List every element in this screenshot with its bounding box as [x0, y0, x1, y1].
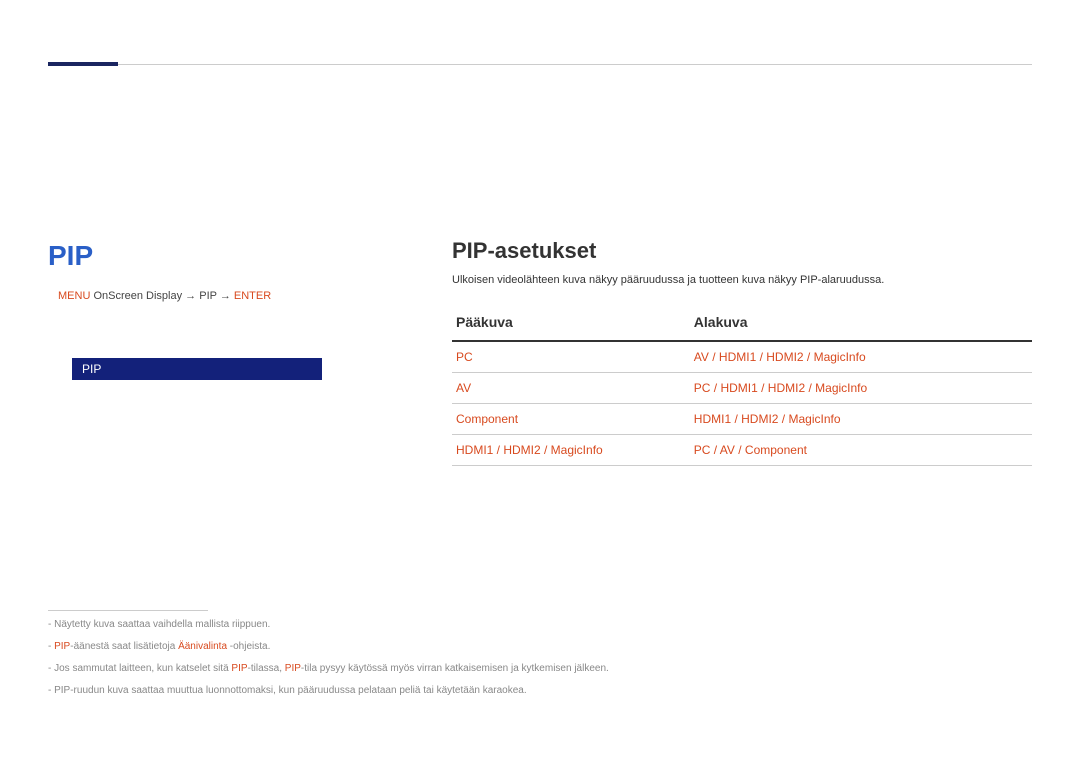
table-row: HDMI1 / HDMI2 / MagicInfo PC / AV / Comp…	[452, 435, 1032, 466]
table-row: PC AV / HDMI1 / HDMI2 / MagicInfo	[452, 341, 1032, 373]
table-row: AV PC / HDMI1 / HDMI2 / MagicInfo	[452, 373, 1032, 404]
header-rule	[48, 64, 1032, 65]
breadcrumb-arrow: →	[220, 290, 234, 302]
cell-a: AV / HDMI1 / HDMI2 / MagicInfo	[694, 350, 866, 364]
breadcrumb-arrow: →	[185, 290, 199, 302]
cell-a: HDMI1 / HDMI2 / MagicInfo	[694, 412, 841, 426]
footnote-4: - PIP-ruudun kuva saattaa muuttua luonno…	[48, 683, 1032, 699]
pip-table: Pääkuva Alakuva PC AV / HDMI1 / HDMI2 / …	[452, 306, 1032, 466]
cell-p: PC	[456, 350, 473, 364]
cell-p: AV	[456, 381, 471, 395]
footnote-2: - PIP-äänestä saat lisätietoja Äänivalin…	[48, 639, 1032, 655]
breadcrumb-item-enter: ENTER	[234, 290, 271, 302]
footnote-3: - Jos sammutat laitteen, kun katselet si…	[48, 661, 1032, 677]
cell-a: PC / HDMI1 / HDMI2 / MagicInfo	[694, 381, 867, 395]
cell-p: Component	[456, 412, 518, 426]
table-header-sub: Alakuva	[690, 306, 1032, 341]
breadcrumb: MENU OnScreen Display → PIP → ENTER	[58, 290, 271, 302]
footnotes: - Näytetty kuva saattaa vaihdella mallis…	[48, 610, 1032, 705]
menu-selected-pip[interactable]: PIP	[72, 358, 322, 380]
cell-p: HDMI1 / HDMI2 / MagicInfo	[456, 443, 603, 457]
breadcrumb-item-display: OnScreen Display	[93, 290, 182, 302]
page-heading-left: PIP	[48, 240, 93, 272]
right-column: PIP-asetukset Ulkoisen videolähteen kuva…	[452, 238, 1032, 466]
footnote-1: - Näytetty kuva saattaa vaihdella mallis…	[48, 617, 1032, 633]
cell-a: PC / AV / Component	[694, 443, 807, 457]
section-description: Ulkoisen videolähteen kuva näkyy pääruud…	[452, 274, 1032, 286]
section-heading: PIP-asetukset	[452, 238, 1032, 264]
header-rule-accent	[48, 62, 118, 66]
table-row: Component HDMI1 / HDMI2 / MagicInfo	[452, 404, 1032, 435]
table-header-main: Pääkuva	[452, 306, 690, 341]
footnote-rule	[48, 610, 208, 611]
breadcrumb-menu: MENU	[58, 290, 90, 302]
breadcrumb-item-pip: PIP	[199, 290, 217, 302]
